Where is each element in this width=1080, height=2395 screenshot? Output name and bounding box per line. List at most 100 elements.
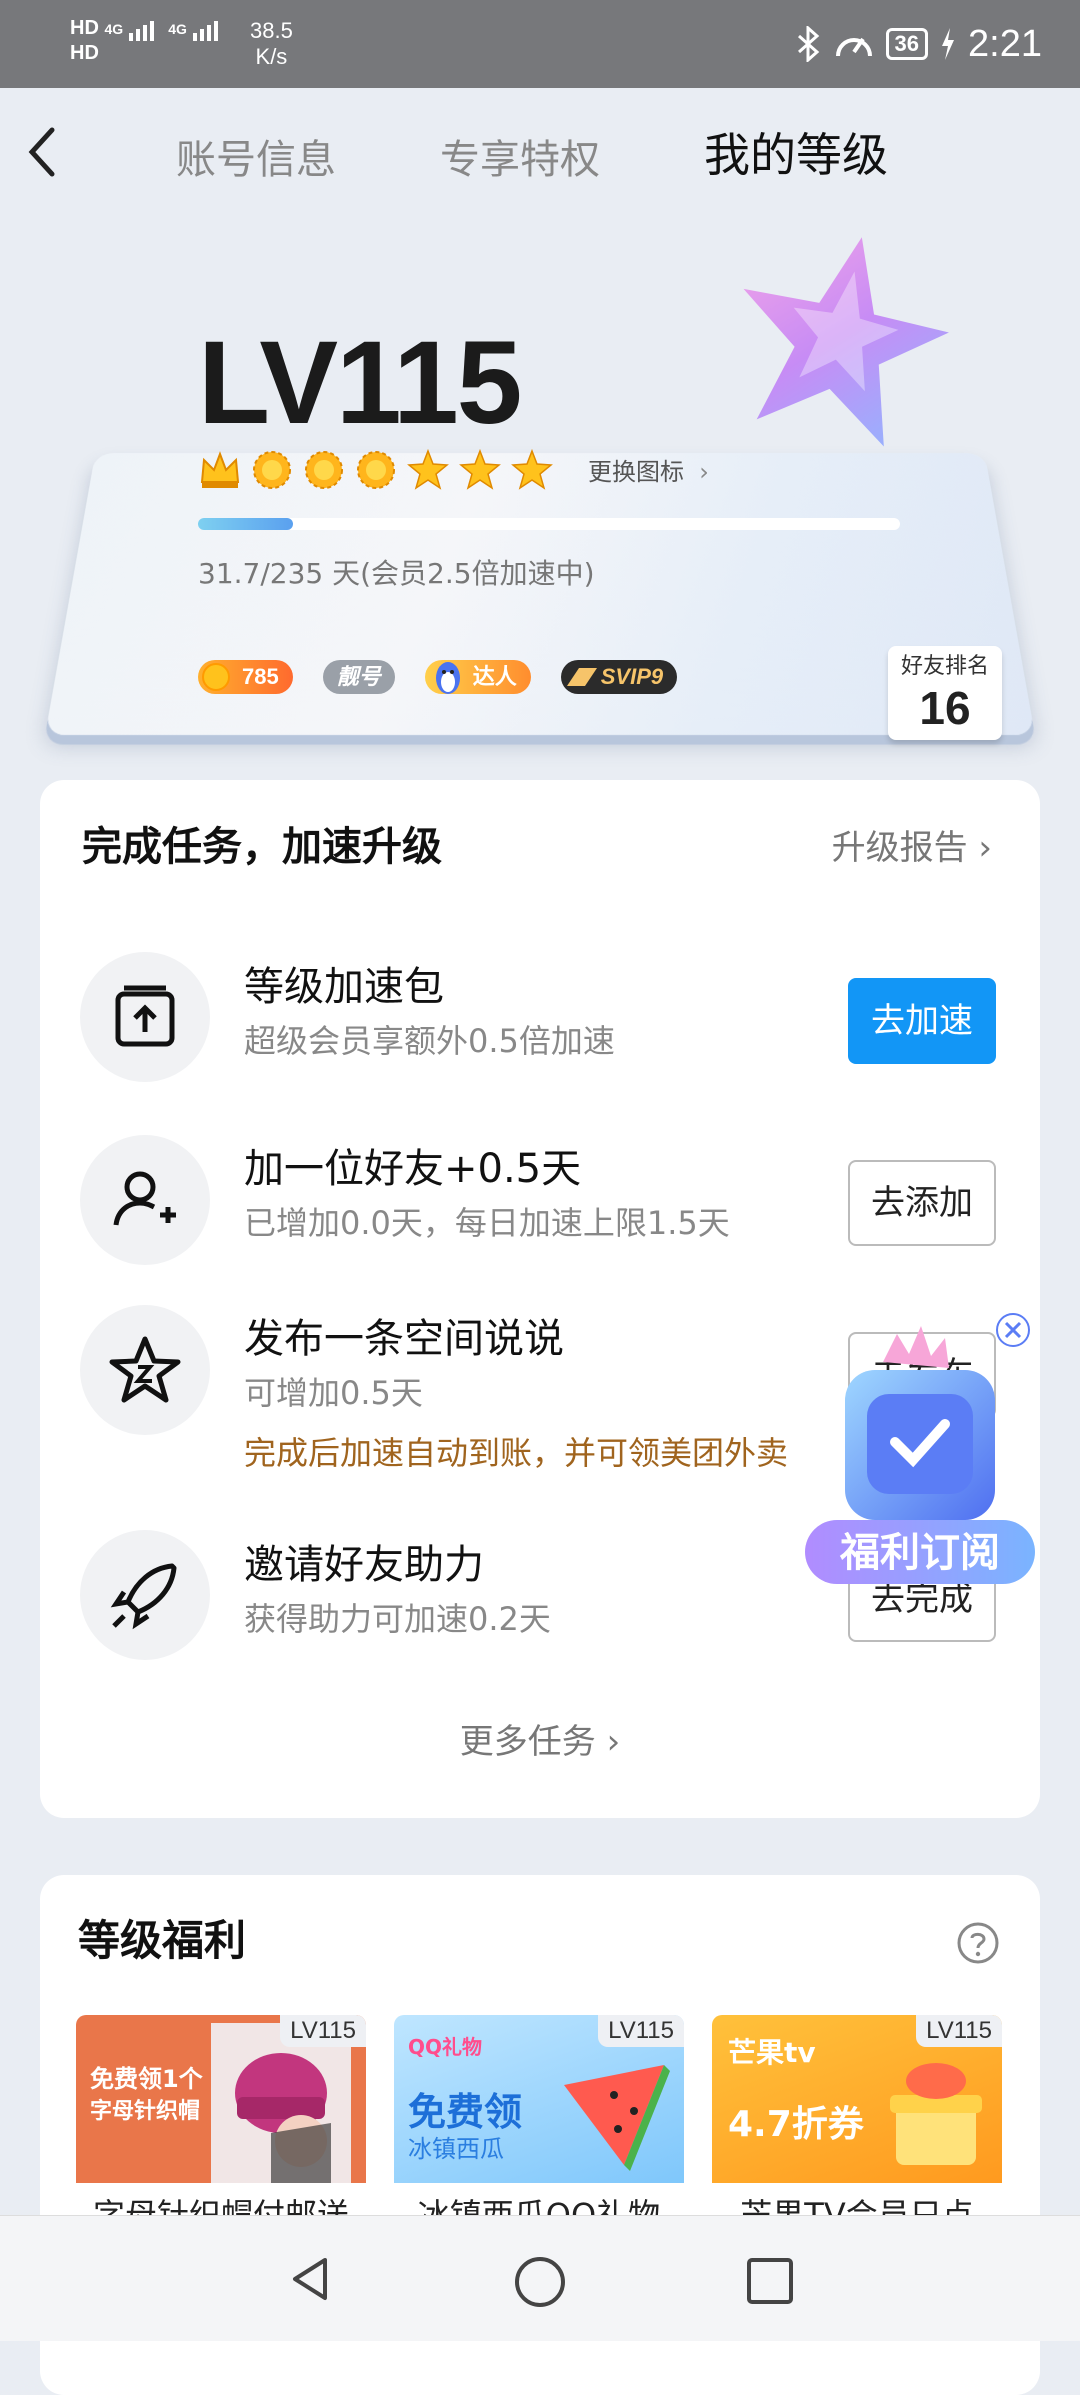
task-icon-wrap <box>80 952 210 1082</box>
tab-privileges[interactable]: 专享特权 <box>440 135 600 185</box>
task-note: 完成后加速自动到账，并可领美团外卖 <box>244 1434 789 1472</box>
tasks-card: 完成任务，加速升级 升级报告 › 等级加速包 超级会员享额外0.5倍加速 去加速… <box>40 780 1040 1818</box>
bluetooth-icon <box>797 26 819 62</box>
nav-recents-icon[interactable] <box>745 2256 795 2306</box>
task-title: 邀请好友助力 <box>244 1542 484 1588</box>
star-icon <box>407 448 449 490</box>
task-subtitle: 可增加0.5天 <box>244 1374 423 1412</box>
crown-icon <box>200 451 240 488</box>
level-progress-text: 31.7/235 天(会员2.5倍加速中) <box>198 557 595 590</box>
add-friend-button[interactable]: 去添加 <box>848 1160 996 1246</box>
change-icon-link[interactable]: 更换图标 › <box>588 456 709 488</box>
task-icon-wrap <box>80 1305 210 1435</box>
network-speed: 38.5 K/s <box>250 18 293 70</box>
tasks-title: 完成任务，加速升级 <box>82 824 442 870</box>
benefit-image-brand: 芒果tv <box>728 2036 816 2069</box>
network-indicators: HD 4G 4G HD <box>70 16 227 65</box>
charging-icon <box>942 28 955 60</box>
more-tasks-link[interactable]: 更多任务 › <box>40 1720 1040 1764</box>
task-subtitle: 超级会员享额外0.5倍加速 <box>244 1022 615 1060</box>
close-icon[interactable] <box>993 1310 1033 1350</box>
svip-badge[interactable]: SVIP9 <box>560 660 678 694</box>
nav-back-icon[interactable] <box>285 2254 335 2304</box>
talent-label: 达人 <box>472 664 517 689</box>
net-label-2: 4G <box>168 21 187 37</box>
speed-value: 38.5 <box>250 18 293 43</box>
level-medals[interactable] <box>198 446 554 494</box>
hat-model-photo <box>211 2023 351 2183</box>
nice-id-badge[interactable]: 靓号 <box>322 660 395 694</box>
sun-icon <box>305 451 343 489</box>
upgrade-report-link[interactable]: 升级报告 › <box>832 826 992 870</box>
star-icon <box>459 448 501 490</box>
penguin-icon <box>435 662 460 694</box>
speedometer-icon <box>835 37 872 57</box>
coin-icon <box>202 663 230 691</box>
signal-icon <box>128 21 154 41</box>
status-right: 36 2:21 <box>796 22 1042 66</box>
more-tasks-label: 更多任务 <box>459 1722 596 1762</box>
task-title: 加一位好友+0.5天 <box>244 1146 582 1192</box>
hd-label-2: HD <box>70 42 99 64</box>
friend-rank-label: 好友排名 <box>900 654 989 679</box>
battery-indicator: 36 <box>885 28 929 60</box>
task-icon-wrap <box>80 1530 210 1660</box>
upload-box-icon <box>115 985 175 1047</box>
benefit-image-text: 冰镇西瓜 <box>408 2135 504 2163</box>
back-arrow-icon[interactable] <box>22 122 62 182</box>
subscribe-promo-widget[interactable]: 福利订阅 <box>805 1310 1035 1590</box>
benefit-image-text: 字母针织帽 <box>90 2099 201 2124</box>
signal-icon <box>192 21 218 41</box>
coin-value: 785 <box>242 664 279 689</box>
change-icon-label: 更换图标 <box>588 458 684 486</box>
star-icon <box>511 448 553 490</box>
system-nav-bar <box>0 2215 1080 2341</box>
clock: 2:21 <box>968 23 1042 65</box>
level-progress-track <box>198 518 900 530</box>
rocket-icon <box>110 1563 177 1630</box>
sun-icon <box>357 451 395 489</box>
net-label-1: 4G <box>104 21 124 37</box>
benefit-image-text: 免费领 <box>408 2090 523 2134</box>
sun-icon <box>253 451 291 489</box>
level-progress-fill <box>198 518 293 530</box>
star-decoration-icon <box>743 237 949 447</box>
hd-label-1: HD <box>70 17 99 39</box>
task-icon-wrap <box>80 1135 210 1265</box>
badge-row: 785 靓号 达人 SVIP9 <box>198 660 678 694</box>
help-icon[interactable] <box>956 1921 1000 1965</box>
speed-up-button[interactable]: 去加速 <box>848 978 996 1064</box>
task-title: 发布一条空间说说 <box>244 1316 564 1362</box>
level-tag: LV115 <box>598 2015 684 2047</box>
chevron-right-icon: › <box>691 458 709 486</box>
talent-badge[interactable]: 达人 <box>424 660 531 694</box>
watermelon-icon <box>564 2065 670 2171</box>
task-subtitle: 获得助力可加速0.2天 <box>244 1600 551 1638</box>
tab-my-level[interactable]: 我的等级 <box>704 130 888 180</box>
benefit-image-text: 免费领1个 <box>90 2065 203 2093</box>
add-friend-icon <box>113 1171 176 1226</box>
friend-rank-value: 16 <box>919 682 971 734</box>
friend-rank-box[interactable]: 好友排名 16 <box>888 646 1002 740</box>
svip-wing-icon <box>566 668 597 686</box>
benefit-image-brand: QQ礼物 <box>408 2035 483 2059</box>
level-title: LV115 <box>198 317 522 449</box>
gift-box-icon <box>890 2063 982 2165</box>
tab-account-info[interactable]: 账号信息 <box>176 135 336 185</box>
benefit-image-text: 4.7折券 <box>728 2104 864 2145</box>
level-tag: LV115 <box>280 2015 366 2047</box>
chevron-right-icon: › <box>978 828 992 868</box>
speed-unit: K/s <box>255 44 288 69</box>
upgrade-report-label: 升级报告 <box>831 828 968 868</box>
promo-label: 福利订阅 <box>840 1530 1000 1576</box>
coin-badge[interactable]: 785 <box>198 660 293 694</box>
nav-home-icon[interactable] <box>512 2254 568 2310</box>
chevron-right-icon: › <box>606 1722 621 1762</box>
status-bar: HD 4G 4G HD 38.5 K/s 36 2:21 <box>0 0 1080 88</box>
task-title: 等级加速包 <box>244 964 444 1010</box>
svip-label: SVIP9 <box>600 664 664 689</box>
level-tag: LV115 <box>916 2015 1002 2047</box>
benefits-title: 等级福利 <box>78 1916 247 1965</box>
space-star-icon <box>109 1336 181 1403</box>
task-subtitle: 已增加0.0天，每日加速上限1.5天 <box>244 1204 730 1242</box>
